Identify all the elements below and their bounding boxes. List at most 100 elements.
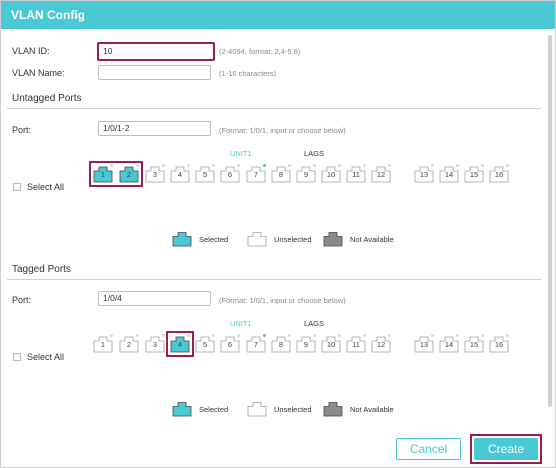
port-link-dot xyxy=(313,164,316,167)
legend-selected-icon xyxy=(172,231,192,247)
untagged-port-13[interactable]: 13 xyxy=(414,164,434,183)
port-link-dot xyxy=(431,164,434,167)
tagged-select-all-label: Select All xyxy=(27,352,65,362)
cancel-button[interactable]: Cancel xyxy=(396,438,461,460)
untagged-divider xyxy=(7,108,541,109)
tagged-port-6[interactable]: 6 xyxy=(220,334,240,353)
port-number: 5 xyxy=(202,170,208,179)
vlan-name-input[interactable] xyxy=(98,65,211,80)
tagged-port-16[interactable]: 16 xyxy=(489,334,509,353)
port-number: 11 xyxy=(352,170,360,179)
port-link-dot xyxy=(388,334,391,337)
vlan-config-dialog: VLAN Config VLAN ID: 10 (2-4094, format:… xyxy=(0,0,556,468)
port-link-dot xyxy=(506,164,509,167)
untagged-port-15[interactable]: 15 xyxy=(464,164,484,183)
port-link-dot xyxy=(237,334,240,337)
port-link-dot xyxy=(431,334,434,337)
dialog-scrollbar[interactable] xyxy=(548,35,552,407)
port-number: 7 xyxy=(253,170,259,179)
port-number: 13 xyxy=(419,170,429,179)
tagged-select-all-checkbox[interactable] xyxy=(13,353,21,361)
port-link-dot xyxy=(481,334,484,337)
dialog-title: VLAN Config xyxy=(1,1,555,29)
port-link-dot xyxy=(187,164,190,167)
port-number: 6 xyxy=(227,170,233,179)
port-link-dot xyxy=(237,164,240,167)
legend-not-available-label: Not Available xyxy=(350,405,394,414)
vlan-id-input[interactable]: 10 xyxy=(97,42,215,61)
tagged-port-label: Port: xyxy=(12,295,32,305)
untagged-port-7[interactable]: 7 xyxy=(246,164,266,183)
port-number: 3 xyxy=(152,170,158,179)
port-link-dot xyxy=(288,164,291,167)
tagged-ports-title: Tagged Ports xyxy=(12,264,71,275)
legend-not-available-icon xyxy=(323,231,343,247)
untagged-port-hint: (Format: 1/0/1, input or choose below) xyxy=(219,126,346,135)
untagged-port-12[interactable]: 12 xyxy=(371,164,391,183)
untagged-select-all-checkbox[interactable] xyxy=(13,183,21,191)
tagged-port-7[interactable]: 7 xyxy=(246,334,266,353)
untagged-unit-label: UNIT1 xyxy=(230,149,252,158)
port-number: 13 xyxy=(419,340,429,349)
port-number: 8 xyxy=(278,340,284,349)
port-link-dot xyxy=(456,334,459,337)
legend-selected-label: Selected xyxy=(199,235,229,244)
tagged-port-11[interactable]: 11 xyxy=(346,334,366,353)
port-number: 10 xyxy=(326,340,336,349)
untagged-port-label: Port: xyxy=(12,125,32,135)
tagged-port-13[interactable]: 13 xyxy=(414,334,434,353)
untagged-port-14[interactable]: 14 xyxy=(439,164,459,183)
legend-selected-label: Selected xyxy=(199,405,229,414)
port-link-dot xyxy=(162,334,165,337)
tagged-port-12[interactable]: 12 xyxy=(371,334,391,353)
vlan-id-label: VLAN ID: xyxy=(12,46,50,56)
legend-unselected-icon xyxy=(247,231,267,247)
tagged-unit-label: UNIT1 xyxy=(230,319,252,328)
untagged-port-8[interactable]: 8 xyxy=(271,164,291,183)
untagged-port-11[interactable]: 11 xyxy=(346,164,366,183)
tagged-port-14[interactable]: 14 xyxy=(439,334,459,353)
legend-unselected-icon xyxy=(247,401,267,417)
create-button[interactable]: Create xyxy=(474,438,538,460)
tagged-port-15[interactable]: 15 xyxy=(464,334,484,353)
untagged-select-all-label: Select All xyxy=(27,182,65,192)
tagged-port-1[interactable]: 1 xyxy=(93,334,113,353)
untagged-port-16[interactable]: 16 xyxy=(489,164,509,183)
port-link-dot xyxy=(162,164,165,167)
tagged-port-5[interactable]: 5 xyxy=(195,334,215,353)
port-number: 15 xyxy=(469,340,479,349)
port-number: 11 xyxy=(352,340,360,349)
tagged-port-8[interactable]: 8 xyxy=(271,334,291,353)
tagged-port-hint: (Format: 1/0/1, input or choose below) xyxy=(219,296,346,305)
tagged-port-9[interactable]: 9 xyxy=(296,334,316,353)
untagged-port-input[interactable]: 1/0/1-2 xyxy=(98,121,211,136)
legend-unselected-label: Unselected xyxy=(274,405,312,414)
port-link-dot xyxy=(212,334,215,337)
port-number: 3 xyxy=(152,340,158,349)
port-number: 4 xyxy=(177,170,183,179)
port-number: 12 xyxy=(376,340,386,349)
port-number: 5 xyxy=(202,340,208,349)
port-link-dot xyxy=(263,164,266,167)
untagged-port-9[interactable]: 9 xyxy=(296,164,316,183)
legend-not-available-icon xyxy=(323,401,343,417)
tagged-port-10[interactable]: 10 xyxy=(321,334,341,353)
port-link-dot xyxy=(363,164,366,167)
untagged-port-10[interactable]: 10 xyxy=(321,164,341,183)
tagged-port-3[interactable]: 3 xyxy=(145,334,165,353)
tagged-port-input[interactable]: 1/0/4 xyxy=(98,291,211,306)
port-number: 8 xyxy=(278,170,284,179)
port-link-dot xyxy=(481,164,484,167)
untagged-port-5[interactable]: 5 xyxy=(195,164,215,183)
port-link-dot xyxy=(212,164,215,167)
untagged-port-6[interactable]: 6 xyxy=(220,164,240,183)
untagged-port-3[interactable]: 3 xyxy=(145,164,165,183)
port-link-dot xyxy=(288,334,291,337)
untagged-port-4[interactable]: 4 xyxy=(170,164,190,183)
vlan-id-hint: (2-4094, format: 2,4-5,8) xyxy=(219,47,301,56)
untagged-selection-highlight xyxy=(89,161,143,187)
port-link-dot xyxy=(506,334,509,337)
port-number: 16 xyxy=(494,340,504,349)
tagged-port-2[interactable]: 2 xyxy=(119,334,139,353)
port-link-dot xyxy=(338,164,341,167)
